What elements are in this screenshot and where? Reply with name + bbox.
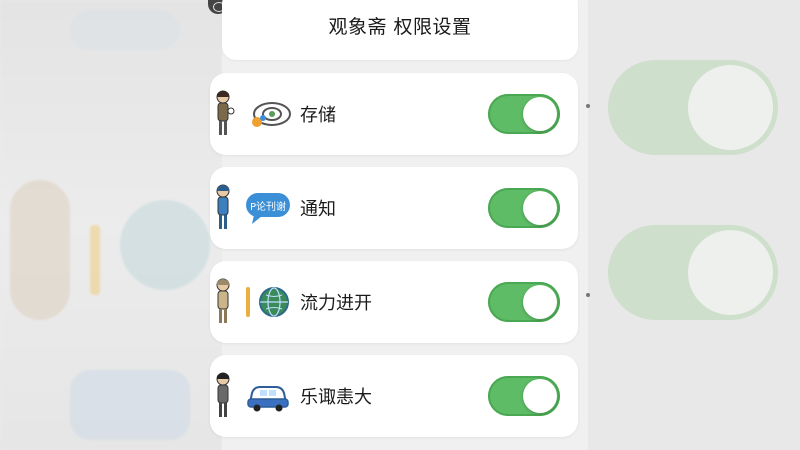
character-figure-icon bbox=[216, 184, 230, 229]
character-figure-icon bbox=[216, 90, 235, 135]
permission-label: 流力进开 bbox=[300, 293, 372, 314]
blurred-background-left bbox=[0, 0, 222, 450]
ghost-knob bbox=[688, 65, 773, 150]
ghost-bar bbox=[90, 225, 100, 295]
permission-row-vehicle: 乐诹恚大 bbox=[210, 355, 578, 437]
permission-label: 乐诹恚大 bbox=[300, 387, 372, 408]
blurred-background-right bbox=[588, 0, 800, 450]
character-figure-icon bbox=[216, 278, 230, 323]
notification-toggle[interactable] bbox=[488, 188, 560, 228]
bubble-text: P论刊谢 bbox=[250, 200, 286, 213]
toggle-knob[interactable] bbox=[523, 191, 557, 225]
storage-icon bbox=[252, 102, 291, 127]
permission-label: 通知 bbox=[300, 199, 336, 220]
ghost-top bbox=[70, 10, 180, 50]
character-figure-icon bbox=[216, 372, 230, 417]
storage-toggle[interactable] bbox=[488, 94, 560, 134]
car-icon bbox=[247, 386, 289, 412]
toggle-knob[interactable] bbox=[523, 97, 557, 131]
page-title: 观象斋 权限设置 bbox=[328, 16, 472, 38]
permission-row-network: 流力进开 bbox=[210, 261, 578, 343]
permission-row-storage: 存储 bbox=[210, 73, 578, 155]
network-toggle[interactable] bbox=[488, 282, 560, 322]
toggle-knob[interactable] bbox=[523, 379, 557, 413]
vehicle-toggle[interactable] bbox=[488, 376, 560, 416]
globe-icon bbox=[246, 287, 289, 317]
permission-row-notification: P论刊谢 通知 bbox=[210, 167, 578, 249]
ghost-knob bbox=[688, 230, 773, 315]
toggle-knob[interactable] bbox=[523, 285, 557, 319]
ghost-figure bbox=[10, 180, 70, 320]
edge-marker bbox=[586, 293, 590, 297]
permission-label: 存储 bbox=[300, 105, 336, 126]
edge-marker bbox=[586, 104, 590, 108]
header-card: 观象斋 权限设置 bbox=[222, 0, 578, 60]
ghost-globe bbox=[120, 200, 210, 290]
notification-bubble-icon: P论刊谢 bbox=[246, 193, 290, 224]
ghost-car bbox=[70, 370, 190, 440]
